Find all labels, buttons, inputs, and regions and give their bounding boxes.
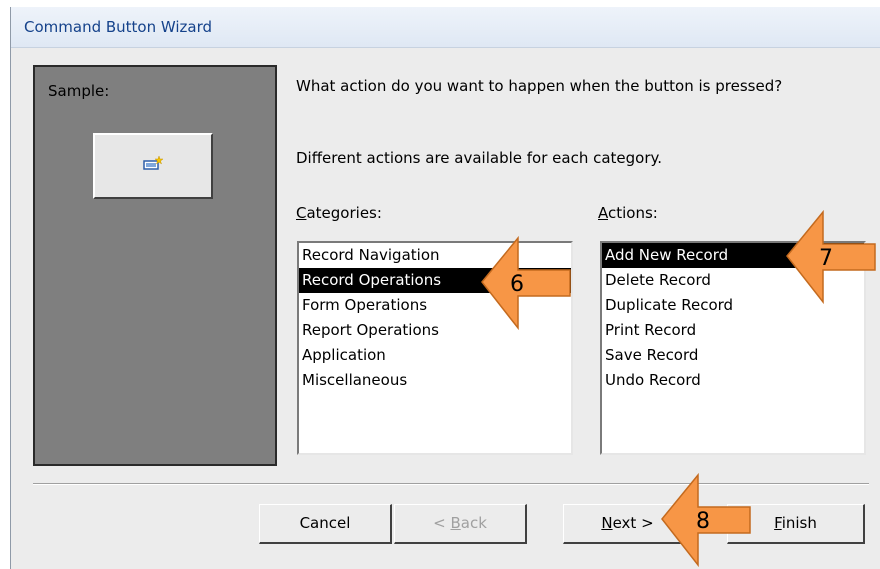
sample-button-preview [93,133,213,199]
action-item-print-record[interactable]: Print Record [602,318,864,343]
finish-accel: F [774,514,782,532]
callout-number-6: 6 [510,272,524,297]
back-button-label: < Back [433,514,487,532]
next-rest: ext > [612,514,654,532]
back-button[interactable]: < Back [394,504,527,544]
title-bar: Command Button Wizard [11,7,880,48]
cancel-button[interactable]: Cancel [259,504,392,544]
cancel-button-label: Cancel [299,514,351,532]
category-item-miscellaneous[interactable]: Miscellaneous [299,368,571,393]
actions-accel: A [598,204,608,222]
category-item-application[interactable]: Application [299,343,571,368]
window-title: Command Button Wizard [24,18,213,36]
back-prefix: < [433,514,451,532]
back-accel: B [450,514,461,532]
question-text: What action do you want to happen when t… [296,77,783,95]
categories-label: Categories: [296,204,382,222]
actions-label-rest: ctions: [608,204,658,222]
actions-label: Actions: [598,204,658,222]
finish-button-label: Finish [774,514,817,532]
next-accel: N [601,514,613,532]
callout-number-8: 8 [696,509,710,534]
sample-panel: Sample: [33,65,277,466]
categories-accel: C [296,204,307,222]
callout-arrow-step-6 [481,235,571,331]
new-record-icon [143,155,164,170]
sample-label: Sample: [48,82,110,100]
finish-rest: inish [781,514,817,532]
info-text: Different actions are available for each… [296,149,663,167]
back-rest: ack [460,514,487,532]
categories-label-rest: ategories: [306,204,382,222]
action-item-undo-record[interactable]: Undo Record [602,368,864,393]
next-button-label: Next > [601,514,653,532]
callout-number-7: 7 [819,246,833,271]
action-item-save-record[interactable]: Save Record [602,343,864,368]
